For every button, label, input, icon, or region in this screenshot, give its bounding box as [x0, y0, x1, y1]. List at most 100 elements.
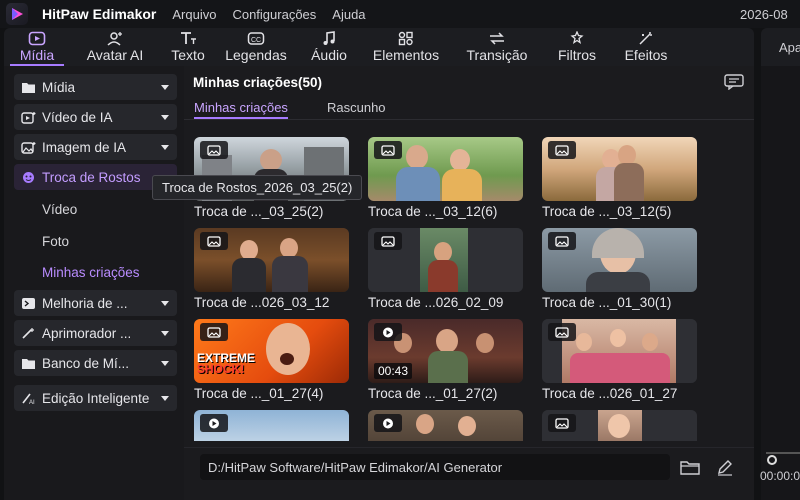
main-toolbar: Mídia Avatar AI Texto CC Legendas Áudio …	[4, 28, 754, 66]
ai-video-icon	[19, 110, 37, 124]
right-panel-header: Apa	[761, 28, 800, 66]
image-badge-icon	[200, 141, 228, 159]
sidebar-item-label: Aprimorador ...	[42, 325, 132, 341]
chevron-down-icon	[161, 300, 169, 306]
transition-icon	[490, 32, 504, 45]
card-caption: Troca de ...026_02_09	[368, 295, 504, 310]
sidebar-subitem-video[interactable]: Vídeo	[42, 202, 77, 217]
thumbnail	[194, 410, 349, 441]
sidebar-item-midia[interactable]: Mídia	[14, 74, 177, 100]
tab-filtros[interactable]: Filtros	[544, 28, 610, 66]
sidebar-item-melhoria[interactable]: Melhoria de ...	[14, 290, 177, 316]
card-caption: Troca de ..._03_12(5)	[542, 204, 672, 219]
ai-image-icon	[19, 140, 37, 154]
image-badge-icon	[548, 232, 576, 250]
chevron-down-icon	[161, 144, 169, 150]
tab-minhas-criacoes[interactable]: Minhas criações	[194, 100, 288, 119]
tab-transicao[interactable]: Transição	[450, 28, 544, 66]
tab-texto-label: Texto	[171, 47, 205, 63]
edit-path-icon[interactable]	[716, 458, 734, 476]
thumbnail: EXTREME SHOCK!	[194, 319, 349, 383]
image-badge-icon	[374, 232, 402, 250]
window-date: 2026-08	[740, 7, 788, 22]
card-caption: Troca de ..._03_12(6)	[368, 204, 498, 219]
video-badge-icon	[200, 414, 228, 432]
tab-filtros-label: Filtros	[557, 47, 597, 63]
output-path-field[interactable]: D:/HitPaw Software/HitPaw Edimakor/AI Ge…	[200, 454, 670, 480]
open-folder-icon[interactable]	[680, 460, 700, 475]
sidebar-item-aprimorador[interactable]: Aprimorador ...	[14, 320, 177, 346]
filters-icon	[570, 31, 584, 44]
sidebar-item-edicao-inteligente[interactable]: AI Edição Inteligente	[14, 385, 177, 411]
sidebar-item-label: Imagem de IA	[42, 139, 127, 155]
stock-folder-icon	[19, 356, 37, 370]
svg-text:AI: AI	[29, 400, 35, 405]
timeline-scrubber-track[interactable]	[766, 452, 800, 454]
card-caption: Troca de ...026_01_27	[542, 386, 678, 401]
card-caption: Troca de ...026_03_12	[194, 295, 330, 310]
captions-icon: CC	[247, 32, 265, 45]
sidebar-subitem-foto[interactable]: Foto	[42, 234, 69, 249]
chevron-down-icon	[161, 330, 169, 336]
media-icon	[28, 31, 46, 46]
tab-midia-label: Mídia	[19, 47, 55, 63]
video-badge-icon	[374, 323, 402, 341]
sidebar-item-label: Edição Inteligente	[42, 390, 150, 406]
tab-transicao-label: Transição	[466, 47, 528, 63]
feedback-icon[interactable]	[724, 74, 744, 90]
card-caption: Troca de ..._03_25(2)	[194, 204, 324, 219]
thumbnail-overlay-text: EXTREME SHOCK!	[197, 351, 256, 376]
sparkle-icon	[19, 326, 37, 340]
thumbnail: 00:43	[368, 319, 523, 383]
chevron-down-icon	[161, 114, 169, 120]
timeline-playhead[interactable]	[767, 455, 777, 465]
preview-panel	[761, 66, 800, 500]
tab-texto[interactable]: Texto	[160, 28, 216, 66]
menu-ajuda[interactable]: Ajuda	[332, 7, 365, 22]
app-logo-icon	[6, 3, 28, 25]
tab-legendas-label: Legendas	[225, 47, 287, 63]
tab-efeitos[interactable]: Efeitos	[610, 28, 682, 66]
sidebar-subitem-minhas-criacoes[interactable]: Minhas criações	[42, 265, 140, 280]
image-badge-icon	[374, 141, 402, 159]
menu-arquivo[interactable]: Arquivo	[172, 7, 216, 22]
card-caption: Troca de ..._01_30(1)	[542, 295, 672, 310]
video-badge-icon	[374, 414, 402, 432]
sidebar-item-label: Mídia	[42, 79, 76, 95]
image-badge-icon	[548, 141, 576, 159]
tab-efeitos-label: Efeitos	[624, 47, 668, 63]
sidebar-item-video-ia[interactable]: Vídeo de IA	[14, 104, 177, 130]
tab-audio-label: Áudio	[311, 47, 347, 63]
thumbnail	[368, 137, 523, 201]
tab-midia[interactable]: Mídia	[4, 28, 70, 66]
thumbnail	[368, 228, 523, 292]
avatar-icon	[107, 32, 122, 46]
text-icon	[181, 32, 196, 44]
app-name: HitPaw Edimakor	[42, 6, 157, 22]
music-note-icon	[323, 31, 335, 45]
chevron-down-icon	[161, 84, 169, 90]
thumbnail	[194, 228, 349, 292]
tab-legendas[interactable]: CC Legendas	[216, 28, 296, 66]
thumbnail	[368, 410, 523, 441]
chevron-down-icon	[161, 360, 169, 366]
image-badge-icon	[548, 323, 576, 341]
tab-avatar-ai[interactable]: Avatar AI	[70, 28, 160, 66]
enhance-icon	[19, 296, 37, 310]
image-badge-icon	[548, 414, 576, 432]
sidebar-item-banco-de-midia[interactable]: Banco de Mí...	[14, 350, 177, 376]
menu-bar: HitPaw Edimakor Arquivo Configurações Aj…	[0, 0, 800, 28]
tab-audio[interactable]: Áudio	[296, 28, 362, 66]
tab-elementos[interactable]: Elementos	[362, 28, 450, 66]
image-badge-icon	[200, 232, 228, 250]
sidebar-item-label: Banco de Mí...	[42, 355, 130, 371]
sidebar-item-label: Vídeo de IA	[42, 109, 113, 125]
sidebar-item-imagem-ia[interactable]: Imagem de IA	[14, 134, 177, 160]
tab-rascunho[interactable]: Rascunho	[327, 100, 386, 115]
tab-elementos-label: Elementos	[372, 47, 440, 63]
sidebar-item-label: Melhoria de ...	[42, 295, 128, 311]
menu-configuracoes[interactable]: Configurações	[232, 7, 316, 22]
card-caption: Troca de ..._01_27(4)	[194, 386, 324, 401]
face-swap-icon	[19, 170, 37, 184]
chevron-down-icon	[161, 395, 169, 401]
